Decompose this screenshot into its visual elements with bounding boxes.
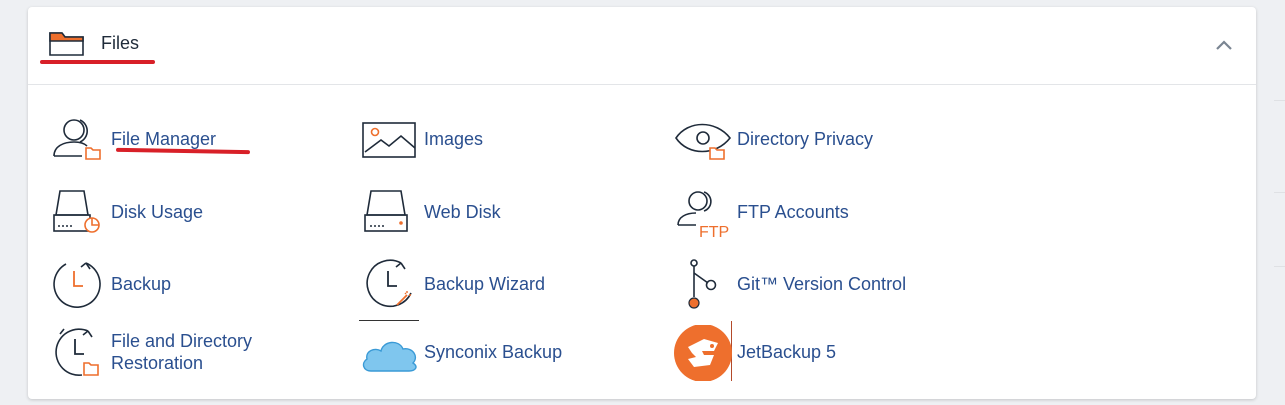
item-label[interactable]: Backup (111, 273, 171, 295)
restoration-icon (55, 328, 99, 376)
backup-icon (53, 262, 101, 308)
item-label[interactable]: Directory Privacy (737, 128, 873, 150)
backup-wizard-icon (366, 259, 412, 308)
item-label[interactable]: Backup Wizard (424, 273, 545, 295)
directory-privacy-icon (675, 123, 732, 160)
directory-privacy-link[interactable]: Directory Privacy (674, 112, 974, 168)
chevron-up-icon[interactable] (1214, 37, 1234, 53)
web-disk-link[interactable]: Web Disk (361, 185, 661, 241)
jetbackup-link[interactable]: JetBackup 5 (674, 325, 974, 381)
item-label[interactable]: Images (424, 128, 483, 150)
file-manager-link[interactable]: File Manager (48, 112, 348, 168)
annotation-underline (40, 60, 155, 64)
images-link[interactable]: Images (361, 112, 661, 168)
divider (1274, 100, 1285, 101)
jetbackup-icon (674, 325, 732, 381)
cloud-icon (362, 341, 417, 372)
item-label[interactable]: FTP Accounts (737, 201, 849, 223)
divider (1274, 266, 1285, 267)
divider (359, 320, 419, 321)
files-panel: Files File Manager Images Directory Priv… (28, 7, 1256, 399)
item-label[interactable]: Synconix Backup (424, 341, 562, 363)
item-label[interactable]: JetBackup 5 (737, 341, 836, 363)
panel-header[interactable]: Files (28, 7, 1256, 85)
ftp-accounts-icon: FTP (677, 191, 729, 241)
git-version-control-link[interactable]: Git™ Version Control (674, 257, 974, 313)
web-disk-icon (364, 190, 408, 232)
item-label[interactable]: File Manager (111, 128, 216, 150)
ftp-accounts-link[interactable]: FTP FTP Accounts (674, 185, 974, 241)
item-label[interactable]: Git™ Version Control (737, 273, 906, 295)
item-label[interactable]: Web Disk (424, 201, 501, 223)
divider (1274, 192, 1285, 193)
item-label-line-2[interactable]: Restoration (111, 352, 203, 374)
backup-link[interactable]: Backup (48, 257, 348, 313)
item-label-line-1[interactable]: File and Directory (111, 330, 252, 352)
panel-title: Files (101, 33, 140, 53)
images-icon (362, 122, 416, 158)
folder-icon (49, 32, 84, 56)
file-manager-icon (53, 119, 101, 160)
backup-wizard-link[interactable]: Backup Wizard (361, 257, 661, 313)
disk-usage-link[interactable]: Disk Usage (48, 185, 348, 241)
synconix-backup-link[interactable]: Synconix Backup (361, 325, 661, 381)
item-label[interactable]: Disk Usage (111, 201, 203, 223)
svg-text:FTP: FTP (699, 224, 729, 241)
disk-usage-icon (53, 190, 100, 233)
git-icon (688, 259, 717, 309)
file-directory-restoration-link[interactable]: File and Directory Restoration (48, 325, 348, 381)
